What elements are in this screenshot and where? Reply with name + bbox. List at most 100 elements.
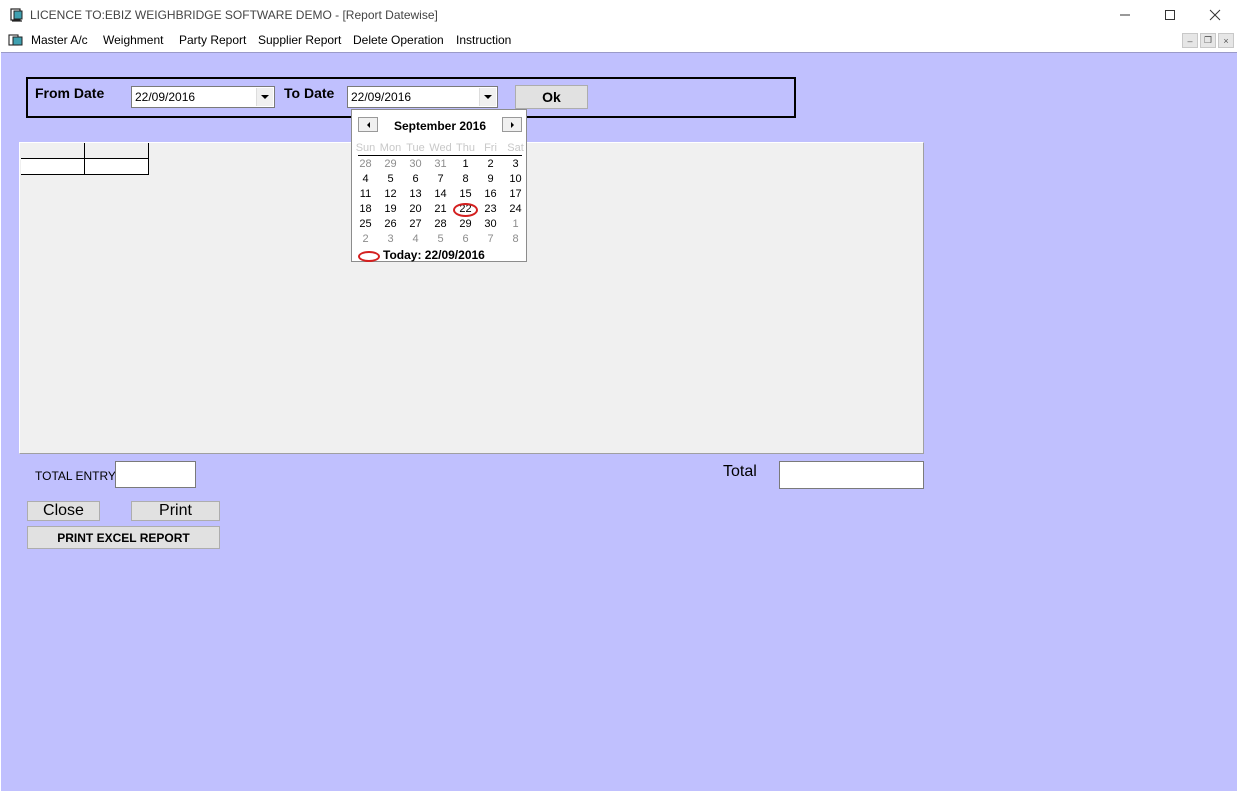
close-icon: ×: [1223, 35, 1229, 46]
restore-icon: ❐: [1203, 35, 1213, 45]
window-title: LICENCE TO:EBIZ WEIGHBRIDGE SOFTWARE DEM…: [30, 8, 438, 22]
weekday-label: Wed: [429, 142, 452, 154]
calendar-day[interactable]: 30: [403, 158, 428, 170]
chevron-down-icon: [484, 95, 492, 99]
to-date-dropdown-button[interactable]: [479, 88, 496, 106]
mdi-minimize-button[interactable]: –: [1182, 33, 1198, 48]
calendar-day[interactable]: 4: [403, 233, 428, 245]
ok-button[interactable]: Ok: [515, 85, 588, 109]
print-excel-report-button[interactable]: PRINT EXCEL REPORT: [27, 526, 220, 549]
calendar-day[interactable]: 8: [453, 173, 478, 185]
calendar-day[interactable]: 5: [378, 173, 403, 185]
from-date-picker[interactable]: 22/09/2016: [131, 86, 275, 108]
grid-cell[interactable]: [85, 159, 149, 175]
menu-supplier-report[interactable]: Supplier Report: [258, 33, 341, 47]
calendar-day[interactable]: 9: [478, 173, 503, 185]
to-date-value: 22/09/2016: [351, 90, 412, 104]
mdi-restore-button[interactable]: ❐: [1200, 33, 1216, 48]
to-date-picker[interactable]: 22/09/2016: [347, 86, 498, 108]
menu-instruction[interactable]: Instruction: [456, 33, 511, 47]
calendar-day[interactable]: 1: [503, 218, 528, 230]
calendar-day[interactable]: 28: [353, 158, 378, 170]
to-date-label: To Date: [284, 85, 335, 101]
total-entry-field[interactable]: [115, 461, 196, 488]
calendar-day[interactable]: 2: [478, 158, 503, 170]
weekday-label: Sat: [507, 142, 524, 154]
total-field[interactable]: [779, 461, 924, 489]
calendar-day[interactable]: 3: [378, 233, 403, 245]
calendar-day[interactable]: 4: [353, 173, 378, 185]
maximize-button[interactable]: [1147, 0, 1193, 30]
grid-header-cell: [21, 143, 85, 159]
weekday-label: Fri: [484, 142, 497, 154]
close-button[interactable]: Close: [27, 501, 100, 521]
chevron-down-icon: [261, 95, 269, 99]
from-date-label: From Date: [35, 85, 105, 101]
weekday-label: Mon: [379, 142, 402, 154]
print-button[interactable]: Print: [131, 501, 220, 521]
menu-weighment[interactable]: Weighment: [103, 33, 163, 47]
minimize-icon: –: [1187, 35, 1193, 46]
calendar-day[interactable]: 20: [403, 203, 428, 215]
calendar-day[interactable]: 19: [378, 203, 403, 215]
menu-bar: Master A/c Weighment Party Report Suppli…: [0, 30, 1239, 51]
calendar-day[interactable]: 3: [503, 158, 528, 170]
weekday-label: Tue: [406, 142, 425, 154]
today-link[interactable]: Today: 22/09/2016: [383, 248, 485, 262]
calendar-day[interactable]: 25: [353, 218, 378, 230]
calendar-dropdown[interactable]: September 2016 Sun Mon Tue Wed Thu Fri S…: [351, 109, 527, 262]
mdi-child-icon[interactable]: [8, 34, 24, 47]
menu-party-report[interactable]: Party Report: [179, 33, 246, 47]
calendar-day[interactable]: 14: [428, 188, 453, 200]
title-bar: LICENCE TO:EBIZ WEIGHBRIDGE SOFTWARE DEM…: [0, 0, 1239, 30]
minimize-button[interactable]: [1102, 0, 1148, 30]
weekday-label: Sun: [355, 142, 376, 154]
calendar-day[interactable]: 7: [478, 233, 503, 245]
calendar-divider: [358, 155, 522, 156]
grid-cell[interactable]: [21, 159, 85, 175]
calendar-day[interactable]: 18: [353, 203, 378, 215]
menu-master-ac[interactable]: Master A/c: [31, 33, 88, 47]
selected-day-marker: [453, 203, 478, 217]
total-label: Total: [723, 463, 757, 480]
calendar-day[interactable]: 6: [403, 173, 428, 185]
calendar-day[interactable]: 29: [378, 158, 403, 170]
next-month-button[interactable]: [502, 117, 522, 132]
calendar-day[interactable]: 1: [453, 158, 478, 170]
chevron-right-icon: [510, 121, 514, 128]
total-entry-label: TOTAL ENTRY: [35, 469, 116, 483]
calendar-day[interactable]: 28: [428, 218, 453, 230]
minimize-icon: [1120, 14, 1130, 16]
calendar-day[interactable]: 26: [378, 218, 403, 230]
calendar-day[interactable]: 7: [428, 173, 453, 185]
calendar-day[interactable]: 29: [453, 218, 478, 230]
calendar-day[interactable]: 23: [478, 203, 503, 215]
from-date-value: 22/09/2016: [135, 90, 196, 104]
calendar-day[interactable]: 30: [478, 218, 503, 230]
calendar-day[interactable]: 27: [403, 218, 428, 230]
menu-delete-operation[interactable]: Delete Operation: [353, 33, 444, 47]
calendar-day[interactable]: 12: [378, 188, 403, 200]
calendar-day[interactable]: 31: [428, 158, 453, 170]
maximize-icon: [1165, 10, 1175, 20]
weekday-label: Thu: [456, 142, 475, 154]
calendar-day[interactable]: 11: [353, 188, 378, 200]
calendar-day[interactable]: 21: [428, 203, 453, 215]
calendar-day[interactable]: 17: [503, 188, 528, 200]
grid-header-cell: [85, 143, 149, 159]
close-icon: [1209, 9, 1221, 21]
calendar-day[interactable]: 24: [503, 203, 528, 215]
close-window-button[interactable]: [1192, 0, 1238, 30]
calendar-day[interactable]: 16: [478, 188, 503, 200]
mdi-close-button[interactable]: ×: [1218, 33, 1234, 48]
app-document-icon: [10, 8, 23, 22]
calendar-day[interactable]: 13: [403, 188, 428, 200]
calendar-day[interactable]: 8: [503, 233, 528, 245]
calendar-day[interactable]: 6: [453, 233, 478, 245]
calendar-day[interactable]: 15: [453, 188, 478, 200]
today-marker-icon: [358, 251, 380, 262]
calendar-day[interactable]: 5: [428, 233, 453, 245]
from-date-dropdown-button[interactable]: [256, 88, 273, 106]
calendar-day[interactable]: 10: [503, 173, 528, 185]
calendar-day[interactable]: 2: [353, 233, 378, 245]
